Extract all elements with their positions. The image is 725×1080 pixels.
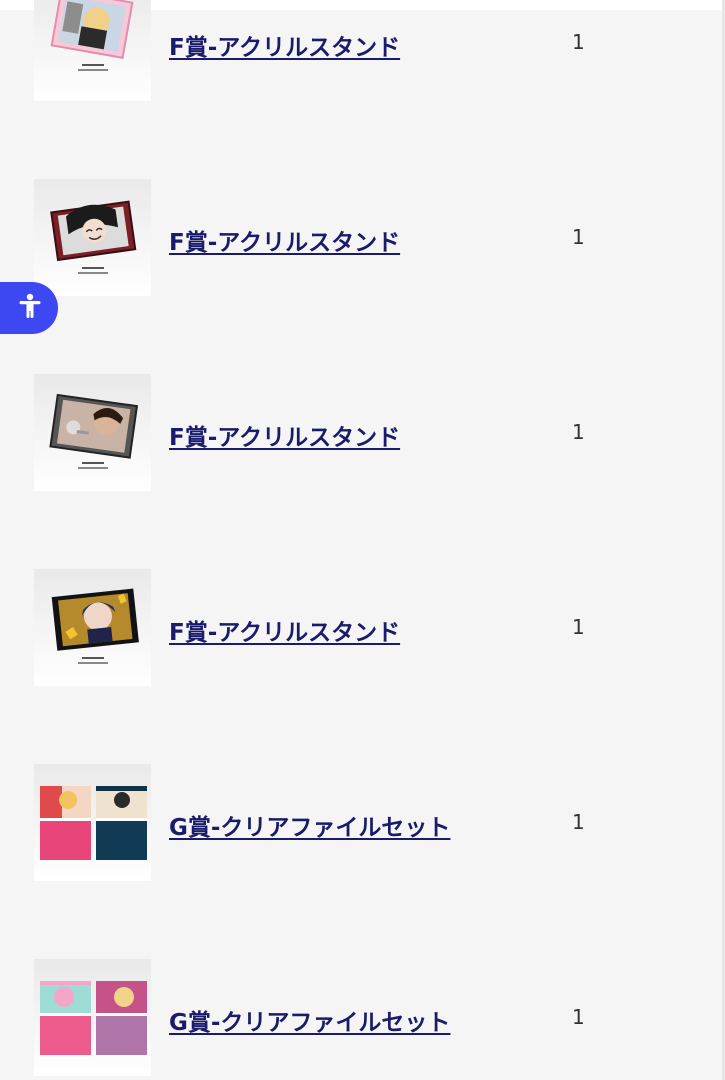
product-link[interactable]: F賞-アクリルスタンド bbox=[169, 28, 400, 62]
product-link[interactable]: F賞-アクリルスタンド bbox=[169, 613, 400, 647]
product-thumbnail[interactable] bbox=[34, 374, 151, 491]
product-thumbnail[interactable] bbox=[34, 0, 151, 101]
product-thumbnail[interactable] bbox=[34, 179, 151, 296]
product-link[interactable]: F賞-アクリルスタンド bbox=[169, 418, 400, 452]
list-item: G賞-クリアファイルセット 1 bbox=[0, 764, 725, 882]
product-thumbnail[interactable] bbox=[34, 764, 151, 881]
product-link[interactable]: F賞-アクリルスタンド bbox=[169, 223, 400, 257]
quantity: 1 bbox=[572, 30, 585, 54]
product-thumbnail[interactable] bbox=[34, 569, 151, 686]
quantity: 1 bbox=[572, 225, 585, 249]
quantity: 1 bbox=[572, 420, 585, 444]
list-item: F賞-アクリルスタンド 1 bbox=[0, 569, 725, 687]
product-link[interactable]: G賞-クリアファイルセット bbox=[169, 1003, 450, 1037]
product-thumbnail[interactable] bbox=[34, 959, 151, 1076]
list-item: G賞-クリアファイルセット 1 bbox=[0, 959, 725, 1077]
quantity: 1 bbox=[572, 810, 585, 834]
accessibility-button[interactable] bbox=[0, 282, 58, 334]
quantity: 1 bbox=[572, 1005, 585, 1029]
accessibility-person-icon bbox=[8, 293, 42, 323]
list-item: F賞-アクリルスタンド 1 bbox=[0, 179, 725, 297]
list-item: F賞-アクリルスタンド 1 bbox=[0, 0, 725, 102]
product-link[interactable]: G賞-クリアファイルセット bbox=[169, 808, 450, 842]
prize-list: F賞-アクリルスタンド 1 F賞-アクリルスタンド 1 F賞-アクリルスタンド … bbox=[0, 0, 725, 1080]
list-item: F賞-アクリルスタンド 1 bbox=[0, 374, 725, 492]
quantity: 1 bbox=[572, 615, 585, 639]
